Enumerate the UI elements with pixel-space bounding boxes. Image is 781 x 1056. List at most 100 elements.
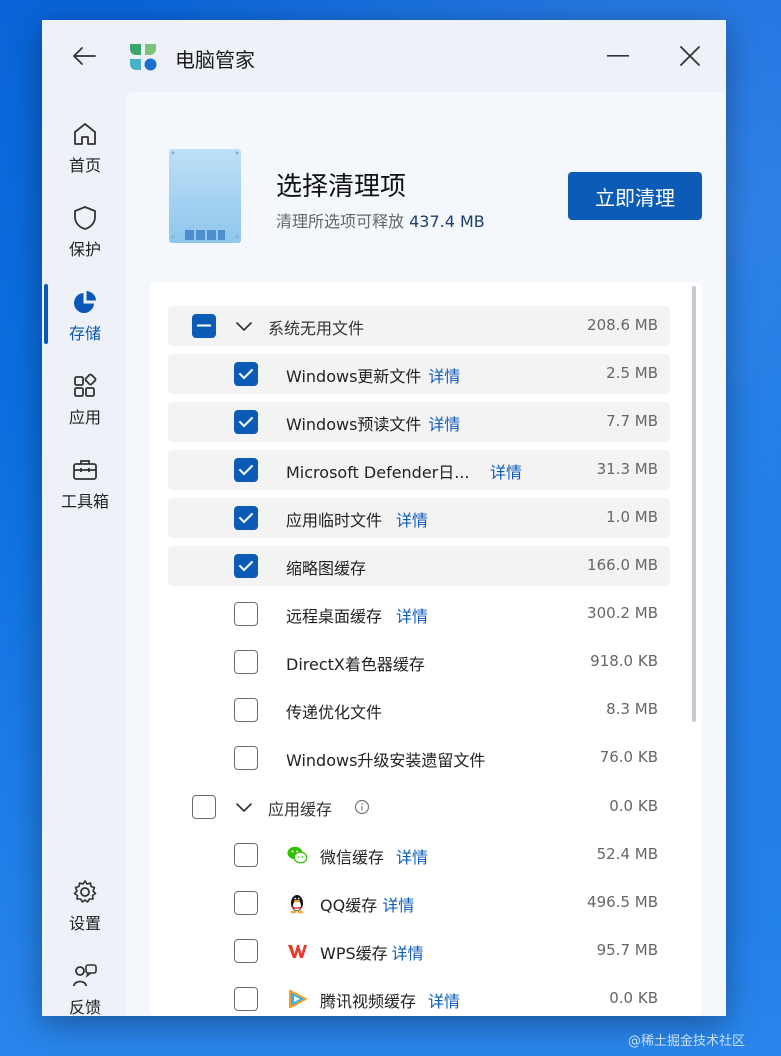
info-icon[interactable] bbox=[354, 799, 370, 815]
close-button[interactable] bbox=[670, 40, 710, 72]
details-link[interactable]: 详情 bbox=[490, 459, 522, 483]
item-label: Microsoft Defender日... bbox=[286, 463, 470, 482]
details-link[interactable]: 详情 bbox=[382, 892, 414, 916]
item-label: WPS缓存 bbox=[320, 944, 388, 963]
item-size: 31.3 MB bbox=[596, 460, 658, 478]
group-label: 应用缓存 bbox=[268, 800, 333, 819]
item-checkbox[interactable] bbox=[234, 987, 258, 1011]
details-link[interactable]: 详情 bbox=[396, 844, 428, 868]
details-link[interactable]: 详情 bbox=[396, 507, 428, 531]
item-label: Windows更新文件 bbox=[286, 367, 422, 386]
details-link[interactable]: 详情 bbox=[428, 363, 460, 387]
wps-icon bbox=[286, 940, 308, 962]
app-window: 电脑管家 首页 保护 存储 应用 工具箱 设置 反馈 选择清理项 清理所选项可释… bbox=[42, 20, 726, 1016]
shield-icon bbox=[74, 206, 96, 230]
item-label: 腾讯视频缓存 bbox=[320, 992, 417, 1011]
item-label: DirectX着色器缓存 bbox=[286, 655, 425, 674]
close-icon bbox=[680, 46, 700, 66]
details-link[interactable]: 详情 bbox=[428, 411, 460, 435]
group-row-app-cache[interactable]: 应用缓存 0.0 KB bbox=[168, 787, 670, 827]
app-logo-icon bbox=[130, 44, 157, 71]
sidebar-item-feedback[interactable]: 反馈 bbox=[42, 956, 128, 1016]
item-checkbox[interactable] bbox=[234, 746, 258, 770]
cleanup-item-row[interactable]: Windows更新文件 详情 2.5 MB bbox=[168, 354, 670, 394]
group-label: 系统无用文件 bbox=[268, 319, 365, 338]
item-checkbox[interactable] bbox=[234, 602, 258, 626]
cleanup-item-row[interactable]: 缩略图缓存 166.0 MB bbox=[168, 546, 670, 586]
item-checkbox[interactable] bbox=[234, 939, 258, 963]
sidebar-item-toolbox[interactable]: 工具箱 bbox=[42, 450, 128, 526]
sidebar-item-label: 保护 bbox=[68, 240, 101, 259]
item-label: 微信缓存 bbox=[320, 848, 385, 867]
item-size: 918.0 KB bbox=[590, 652, 658, 670]
cleanup-item-row[interactable]: 传递优化文件 8.3 MB bbox=[168, 690, 670, 730]
group-checkbox-app-cache[interactable] bbox=[192, 795, 216, 819]
details-link[interactable]: 详情 bbox=[428, 988, 460, 1012]
feedback-icon bbox=[73, 964, 97, 987]
arrow-left-icon bbox=[73, 47, 96, 65]
checkmark-icon bbox=[239, 561, 253, 571]
item-checkbox[interactable] bbox=[234, 891, 258, 915]
minimize-button[interactable] bbox=[600, 42, 636, 70]
item-checkbox[interactable] bbox=[234, 843, 258, 867]
app-cache-row[interactable]: 腾讯视频缓存 详情 0.0 KB bbox=[168, 979, 670, 1016]
checkmark-icon bbox=[239, 465, 253, 475]
details-link[interactable]: 详情 bbox=[392, 940, 424, 964]
page-subtitle: 清理所选项可释放 437.4 MB bbox=[276, 208, 485, 232]
sidebar-item-storage[interactable]: 存储 bbox=[42, 282, 128, 358]
sidebar-item-label: 反馈 bbox=[68, 998, 101, 1016]
main-content: 选择清理项 清理所选项可释放 437.4 MB 立即清理 系统无用文件 208.… bbox=[126, 92, 726, 1016]
chevron-down-icon[interactable] bbox=[234, 797, 254, 817]
chevron-down-icon[interactable] bbox=[234, 316, 254, 336]
item-size: 95.7 MB bbox=[596, 941, 658, 959]
item-size: 7.7 MB bbox=[606, 412, 658, 430]
item-size: 300.2 MB bbox=[587, 604, 658, 622]
details-link[interactable]: 详情 bbox=[396, 603, 428, 627]
sidebar-item-label: 设置 bbox=[68, 914, 101, 933]
item-label: 缩略图缓存 bbox=[286, 559, 367, 578]
item-checkbox[interactable] bbox=[234, 698, 258, 722]
sidebar-item-home[interactable]: 首页 bbox=[42, 114, 128, 190]
sidebar-item-label: 应用 bbox=[68, 408, 101, 427]
item-checkbox[interactable] bbox=[234, 554, 258, 578]
cleanup-item-row[interactable]: 远程桌面缓存 详情 300.2 MB bbox=[168, 594, 670, 634]
watermark: @稀土掘金技术社区 bbox=[628, 1034, 746, 1049]
item-checkbox[interactable] bbox=[234, 458, 258, 482]
item-checkbox[interactable] bbox=[234, 650, 258, 674]
wechat-icon bbox=[286, 844, 308, 866]
app-cache-row[interactable]: WPS缓存 详情 95.7 MB bbox=[168, 931, 670, 971]
back-button[interactable] bbox=[64, 40, 104, 72]
cleanup-item-row[interactable]: DirectX着色器缓存 918.0 KB bbox=[168, 642, 670, 682]
item-size: 1.0 MB bbox=[606, 508, 658, 526]
clean-now-button[interactable]: 立即清理 bbox=[568, 172, 702, 220]
item-size: 76.0 KB bbox=[599, 748, 658, 766]
item-label: QQ缓存 bbox=[320, 896, 378, 915]
cleanup-item-row[interactable]: Windows预读文件 详情 7.7 MB bbox=[168, 402, 670, 442]
toolbox-icon bbox=[73, 460, 97, 480]
app-cache-row[interactable]: 微信缓存 详情 52.4 MB bbox=[168, 835, 670, 875]
app-cache-row[interactable]: QQ缓存 详情 496.5 MB bbox=[168, 883, 670, 923]
item-size: 8.3 MB bbox=[606, 700, 658, 718]
reclaimable-size: 437.4 MB bbox=[409, 212, 485, 231]
cleanup-item-row[interactable]: Microsoft Defender日... 详情 31.3 MB bbox=[168, 450, 670, 490]
cleanup-item-row[interactable]: 应用临时文件 详情 1.0 MB bbox=[168, 498, 670, 538]
home-icon bbox=[74, 123, 96, 145]
group-row-system[interactable]: 系统无用文件 208.6 MB bbox=[168, 306, 670, 346]
sidebar-item-settings[interactable]: 设置 bbox=[42, 872, 128, 948]
item-size: 0.0 KB bbox=[609, 989, 658, 1007]
checkmark-icon bbox=[239, 513, 253, 523]
minimize-icon bbox=[607, 55, 629, 57]
pie-chart-icon bbox=[74, 291, 96, 313]
group-checkbox-system[interactable] bbox=[192, 314, 216, 338]
sidebar-item-apps[interactable]: 应用 bbox=[42, 366, 128, 442]
scrollbar[interactable] bbox=[692, 286, 696, 722]
gear-icon bbox=[73, 880, 97, 903]
item-checkbox[interactable] bbox=[234, 506, 258, 530]
item-checkbox[interactable] bbox=[234, 362, 258, 386]
title-bar: 电脑管家 bbox=[42, 20, 726, 92]
item-size: 166.0 MB bbox=[587, 556, 658, 574]
sidebar-item-protect[interactable]: 保护 bbox=[42, 198, 128, 274]
item-checkbox[interactable] bbox=[234, 410, 258, 434]
qq-penguin-icon bbox=[286, 892, 308, 914]
cleanup-item-row[interactable]: Windows升级安装遗留文件 76.0 KB bbox=[168, 738, 670, 778]
